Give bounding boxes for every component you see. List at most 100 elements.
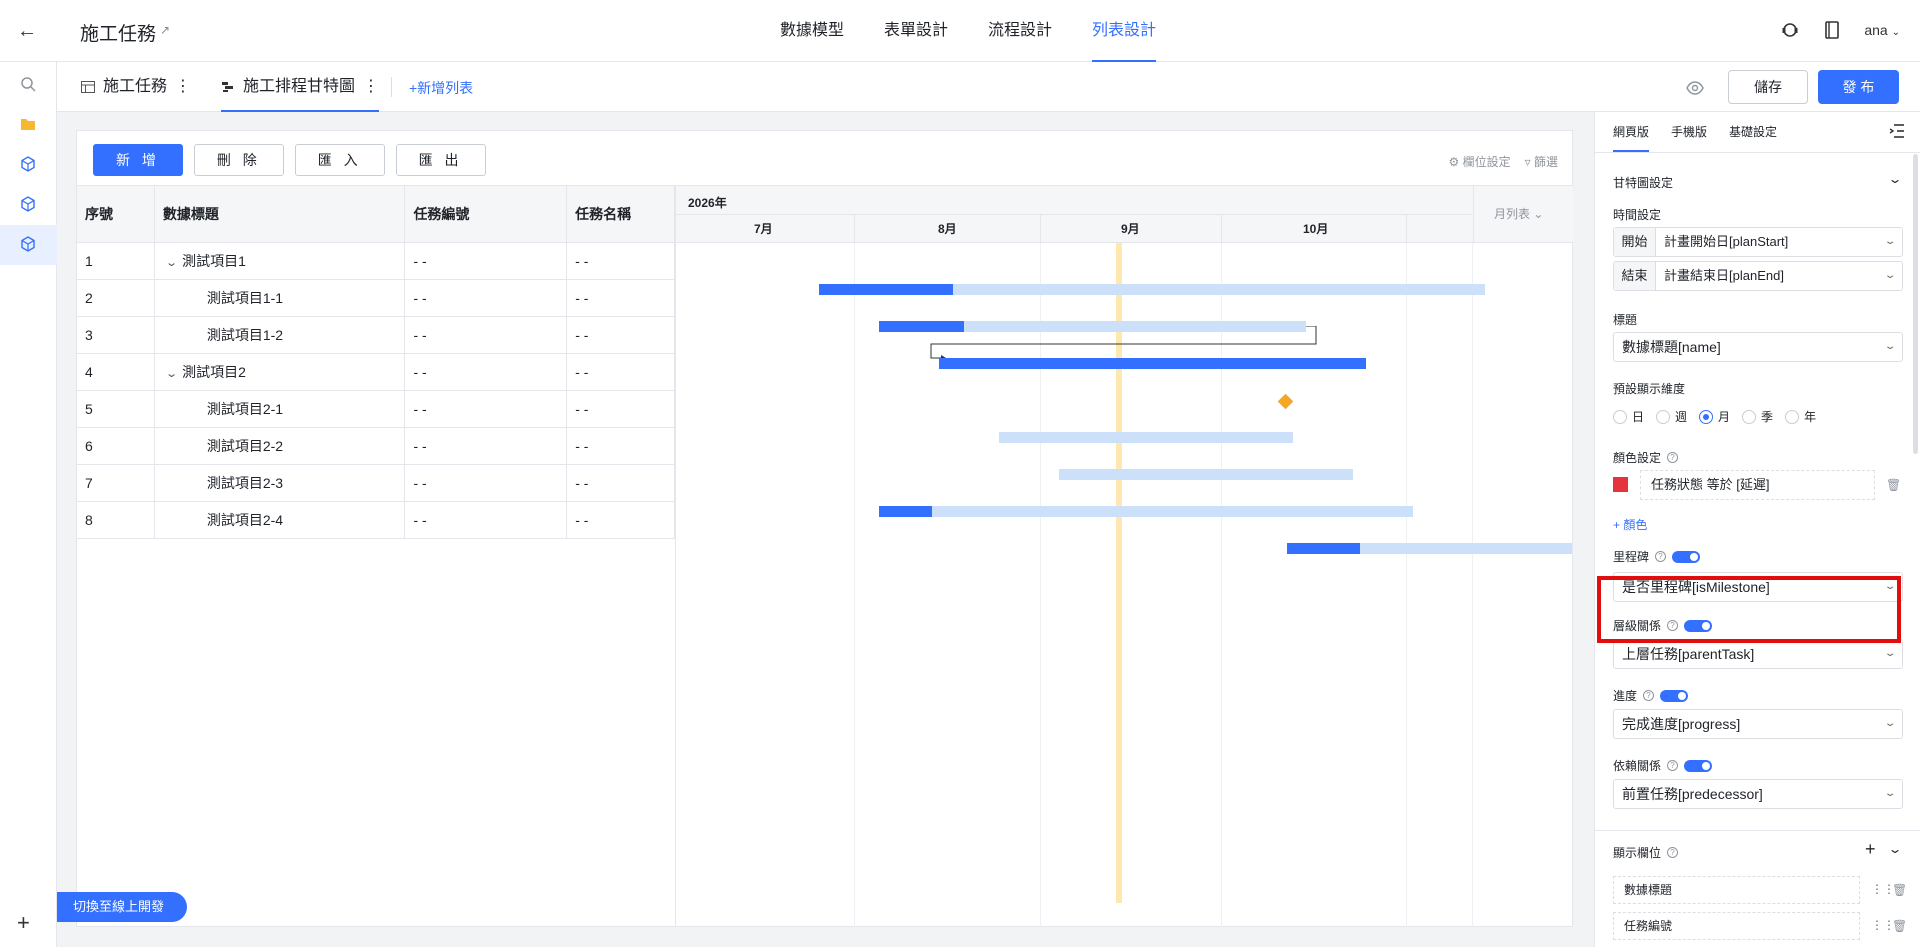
title-value: 數據標題[name] <box>1622 339 1721 355</box>
tab-flow-design[interactable]: 流程設計 <box>988 0 1052 62</box>
list-tab-gantt[interactable]: 施工排程甘特圖 ⋮ <box>221 62 380 112</box>
column-header[interactable]: 數據標題 <box>155 186 406 242</box>
start-field-select[interactable]: 開始 計畫開始日[planStart] ⌄ <box>1613 227 1903 257</box>
display-field-item[interactable]: 數據標題 <box>1613 876 1860 904</box>
tab-form-design[interactable]: 表單設計 <box>884 0 948 62</box>
task-bar[interactable] <box>879 506 1413 517</box>
end-field-select[interactable]: 結束 計畫結束日[planEnd] ⌄ <box>1613 261 1903 291</box>
gantt-icon <box>222 82 233 92</box>
publish-button[interactable]: 發 布 <box>1818 70 1899 104</box>
tab-list-design[interactable]: 列表設計 <box>1092 0 1157 62</box>
table-row[interactable]: 4 ⌄ 測試項目2- -- - <box>77 354 674 391</box>
dependency-field-select[interactable]: 前置任務[predecessor] ⌄ <box>1613 779 1903 809</box>
display-fields-label: 顯示欄位? <box>1613 844 1679 861</box>
back-arrow-icon[interactable]: ← <box>16 20 38 42</box>
display-field-item[interactable]: 任務編號 <box>1613 912 1860 940</box>
more-icon[interactable]: ⋮ <box>175 62 191 112</box>
filter-icon: ▿ <box>1524 155 1531 169</box>
help-icon[interactable]: ? <box>1655 551 1667 562</box>
color-rule[interactable]: 任務狀態 等於 [延遲] <box>1640 470 1875 500</box>
trash-icon[interactable]: 🗑 <box>1886 478 1901 492</box>
milestone-marker[interactable] <box>1277 393 1294 410</box>
filter-button[interactable]: ▿ 篩選 <box>1525 153 1558 170</box>
color-settings-label: 顏色設定? <box>1613 449 1679 466</box>
tab-data-model[interactable]: 數據模型 <box>780 0 844 62</box>
column-header[interactable]: 序號 <box>77 186 155 242</box>
help-icon[interactable]: ? <box>1643 690 1655 701</box>
book-icon[interactable] <box>1822 20 1842 40</box>
table-row[interactable]: 5 測試項目2-1- -- - <box>77 391 674 428</box>
more-icon[interactable]: ⋮ <box>363 62 379 112</box>
cube-icon[interactable] <box>17 193 39 215</box>
gantt-view-select[interactable]: 月列表 ⌄ <box>1473 186 1573 243</box>
task-bar[interactable] <box>1059 469 1353 480</box>
add-list-link[interactable]: +新增列表 <box>409 78 473 98</box>
add-icon[interactable]: + <box>17 910 30 936</box>
table-row[interactable]: 2 測試項目1-1- -- - <box>77 280 674 317</box>
chevron-down-icon[interactable]: ⌄ <box>165 245 178 279</box>
title-cell: ⌄ 測試項目2 <box>155 354 406 390</box>
progress-field-select[interactable]: 完成進度[progress] ⌄ <box>1613 709 1903 739</box>
chevron-down-icon[interactable]: ⌄ <box>1887 842 1902 856</box>
search-icon[interactable] <box>17 73 39 95</box>
tab-mobile[interactable]: 手機版 <box>1671 112 1707 152</box>
table-row[interactable]: 8 測試項目2-4- -- - <box>77 502 674 539</box>
help-icon[interactable]: ? <box>1667 452 1679 463</box>
radio-quarter[interactable]: 季 <box>1742 408 1773 425</box>
table-row[interactable]: 1 ⌄ 測試項目1- -- - <box>77 243 674 280</box>
list-canvas: 新 增 刪 除 匯 入 匯 出 ⚙ 欄位設定 ▿ 篩選 序號 數據標題 任務編號… <box>76 130 1573 927</box>
column-header[interactable]: 任務名稱 <box>567 186 674 242</box>
tab-web[interactable]: 網頁版 <box>1613 112 1650 152</box>
radio-year[interactable]: 年 <box>1785 408 1816 425</box>
title-cell: 測試項目2-3 <box>155 465 406 501</box>
milestone-toggle[interactable] <box>1672 550 1701 563</box>
cube-icon[interactable] <box>17 233 39 255</box>
field-settings-button[interactable]: ⚙ 欄位設定 <box>1448 153 1510 170</box>
add-color-link[interactable]: + 顏色 <box>1613 516 1647 533</box>
trash-icon[interactable]: 🗑 <box>1892 919 1907 933</box>
tab-basic[interactable]: 基礎設定 <box>1729 112 1777 152</box>
color-swatch[interactable] <box>1613 477 1628 492</box>
table-row[interactable]: 3 測試項目1-2- -- - <box>77 317 674 354</box>
delete-button[interactable]: 刪 除 <box>193 144 284 176</box>
eye-icon[interactable] <box>1685 78 1705 98</box>
list-tab-construction-task[interactable]: 施工任務 ⋮ <box>81 62 191 112</box>
chevron-down-icon: ⌄ <box>1891 27 1900 38</box>
task-name-cell: - - <box>575 401 589 417</box>
add-icon[interactable]: + <box>1865 839 1876 860</box>
column-header[interactable]: 任務編號 <box>405 186 568 242</box>
title-field-select[interactable]: 數據標題[name] ⌄ <box>1613 332 1903 362</box>
cube-icon[interactable] <box>17 153 39 175</box>
table-row[interactable]: 7 測試項目2-3- -- - <box>77 465 674 502</box>
help-icon[interactable]: ? <box>1667 847 1679 858</box>
help-icon[interactable]: ? <box>1667 760 1679 771</box>
radio-month[interactable]: 月 <box>1699 408 1730 425</box>
radio-day[interactable]: 日 <box>1613 408 1644 425</box>
add-button[interactable]: 新 增 <box>93 144 183 176</box>
user-menu[interactable]: ana ⌄ <box>1864 22 1900 38</box>
drag-handle-icon[interactable]: ⋮⋮ <box>1871 882 1895 896</box>
collapse-panel-icon[interactable] <box>1888 122 1906 140</box>
milestone-label: 里程碑? <box>1613 548 1701 565</box>
switch-online-button[interactable]: 切換至線上開發 <box>57 892 187 922</box>
radio-week[interactable]: 週 <box>1656 408 1687 425</box>
trash-icon[interactable]: 🗑 <box>1892 883 1907 897</box>
dependency-toggle[interactable] <box>1684 759 1713 772</box>
progress-toggle[interactable] <box>1660 689 1689 702</box>
chevron-down-icon[interactable]: ⌄ <box>1887 172 1902 186</box>
export-button[interactable]: 匯 出 <box>395 144 486 176</box>
external-link-icon[interactable]: ↗ <box>160 23 173 37</box>
hierarchy-field-select[interactable]: 上層任務[parentTask] ⌄ <box>1613 639 1903 669</box>
task-bar[interactable] <box>939 358 1366 369</box>
section-title: 甘特圖設定 <box>1613 176 1674 190</box>
table-row[interactable]: 6 測試項目2-2- -- - <box>77 428 674 465</box>
folder-icon[interactable] <box>17 113 39 135</box>
scrollbar[interactable] <box>1913 154 1918 454</box>
chevron-down-icon[interactable]: ⌄ <box>165 356 178 390</box>
save-button[interactable]: 儲存 <box>1728 70 1808 104</box>
drag-handle-icon[interactable]: ⋮⋮ <box>1871 918 1895 932</box>
task-bar[interactable] <box>999 432 1293 443</box>
table-icon <box>81 81 95 93</box>
support-icon[interactable] <box>1780 20 1800 40</box>
import-button[interactable]: 匯 入 <box>294 144 385 176</box>
